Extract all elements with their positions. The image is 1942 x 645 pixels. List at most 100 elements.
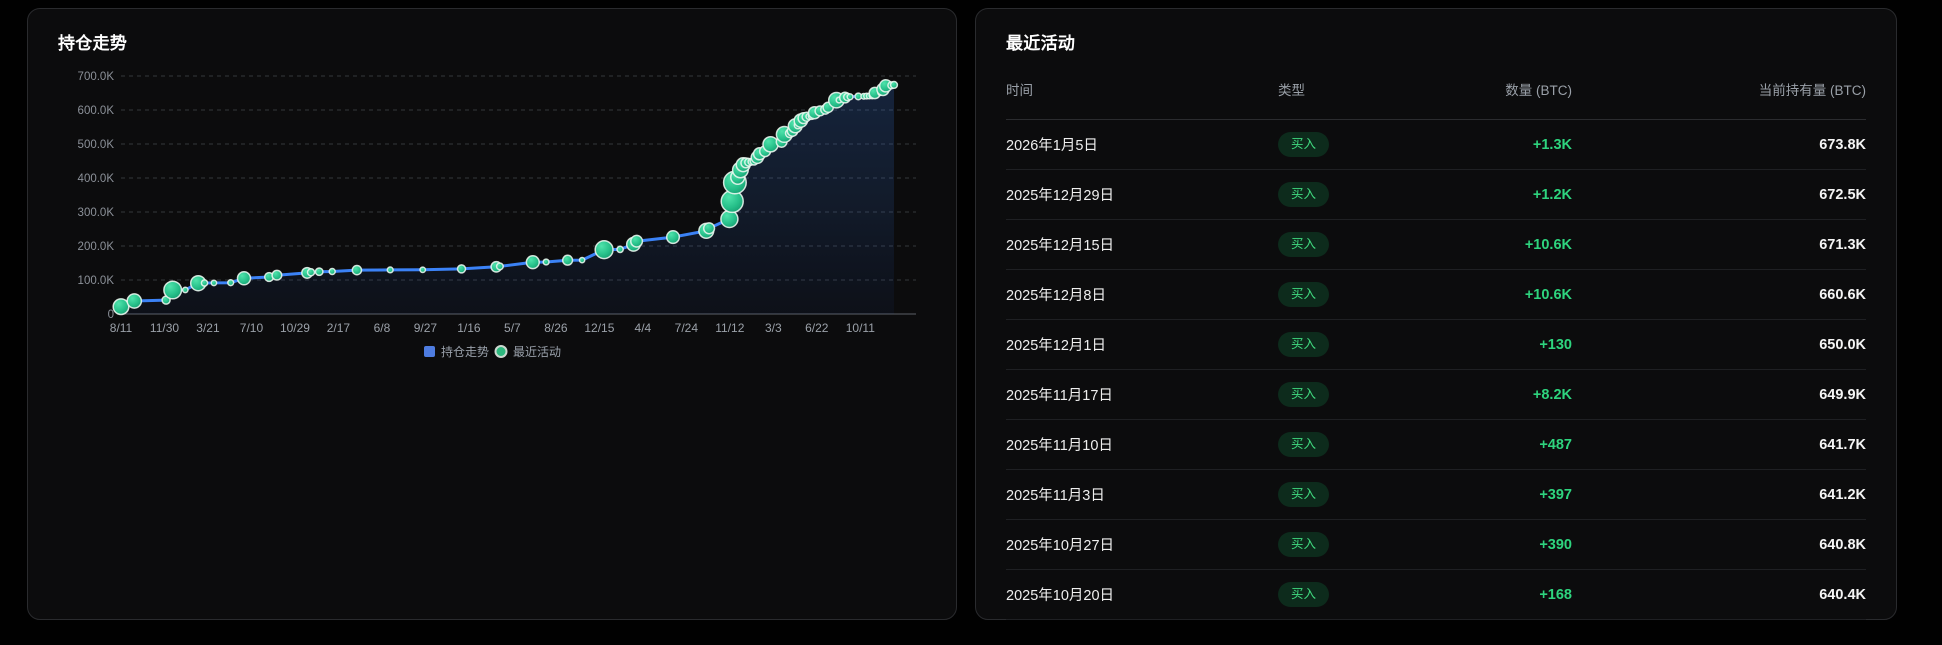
activity-bubble[interactable] <box>495 262 504 271</box>
cell-holdings: 640.4K <box>1819 586 1866 603</box>
activity-bubble[interactable] <box>456 264 467 274</box>
activity-bubble[interactable] <box>630 234 644 248</box>
x-axis-label: 7/10 <box>240 321 264 335</box>
cell-holdings: 641.2K <box>1819 486 1866 503</box>
activity-bubble[interactable] <box>762 135 779 153</box>
y-axis-label: 600.0K <box>78 105 115 117</box>
x-axis-label: 5/7 <box>504 321 521 335</box>
activity-bubble[interactable] <box>702 222 716 235</box>
cell-type: 买入 <box>1278 482 1418 507</box>
cell-holdings: 660.6K <box>1819 286 1866 303</box>
table-row: 2025年11月17日 买入 +8.2K 649.9K <box>1006 370 1866 420</box>
cell-type: 买入 <box>1278 182 1418 207</box>
activity-bubble[interactable] <box>846 93 854 101</box>
activity-bubble[interactable] <box>720 209 739 229</box>
cell-type: 买入 <box>1278 232 1418 257</box>
cell-date: 2025年12月29日 <box>1006 188 1115 204</box>
col-header-holdings: 当前持有量 (BTC) <box>1758 83 1866 98</box>
chart-title: 持仓走势 <box>58 34 128 53</box>
cell-date: 2025年11月3日 <box>1006 488 1105 504</box>
x-axis-label: 8/26 <box>544 321 568 335</box>
cell-type: 买入 <box>1278 532 1418 557</box>
col-header-type: 类型 <box>1278 83 1305 98</box>
x-axis-label: 4/4 <box>635 321 652 335</box>
btc-holdings-dashboard: 持仓走势 700.0K 600.0K 500.0K 400.0K 300.0K 200.0… <box>0 0 1942 645</box>
y-axis-label: 100.0K <box>78 275 115 287</box>
activity-bubble[interactable] <box>616 245 624 254</box>
activity-bubble[interactable] <box>227 279 235 287</box>
activity-bubble[interactable] <box>181 286 189 294</box>
cell-holdings: 640.8K <box>1819 536 1866 553</box>
cell-amount: +10.6K <box>1524 286 1572 303</box>
activity-bubble[interactable] <box>665 230 681 245</box>
x-axis-label: 9/27 <box>414 321 438 335</box>
activity-bubble[interactable] <box>594 240 614 260</box>
activity-bubble[interactable] <box>889 80 899 90</box>
activity-bubble[interactable] <box>163 280 183 300</box>
table-row: 2025年10月20日 买入 +168 640.4K <box>1006 570 1866 620</box>
activity-bubble[interactable] <box>200 279 209 287</box>
cell-holdings: 650.0K <box>1819 336 1866 353</box>
cell-amount: +397 <box>1539 486 1572 503</box>
cell-amount: +10.6K <box>1524 236 1572 253</box>
activity-bubble[interactable] <box>210 279 218 287</box>
legend-label: 持仓走势 <box>441 344 489 359</box>
cell-amount: +8.2K <box>1532 386 1572 403</box>
legend-item-holdings[interactable]: 持仓走势 <box>424 344 489 359</box>
y-axis-label: 200.0K <box>78 241 115 253</box>
cell-date: 2025年10月20日 <box>1006 588 1115 604</box>
table-row: 2025年10月27日 买入 +390 640.8K <box>1006 520 1866 570</box>
cell-date: 2026年1月5日 <box>1006 138 1098 154</box>
activity-bubble[interactable] <box>126 293 143 309</box>
cell-type: 买入 <box>1278 282 1418 307</box>
activity-bubble[interactable] <box>561 254 574 266</box>
x-axis-label: 6/8 <box>374 321 391 335</box>
legend-swatch-line <box>424 346 435 357</box>
table-row: 2025年12月15日 买入 +10.6K 671.3K <box>1006 220 1866 270</box>
cell-type: 买入 <box>1278 582 1418 607</box>
activity-bubble[interactable] <box>236 271 252 286</box>
cell-type: 买入 <box>1278 432 1418 457</box>
activity-bubble[interactable] <box>525 255 540 270</box>
activity-bubble[interactable] <box>271 269 283 281</box>
activity-bubble[interactable] <box>419 266 427 274</box>
activity-bubble[interactable] <box>314 267 324 277</box>
activity-bubble[interactable] <box>578 256 586 264</box>
holdings-chart[interactable]: 700.0K 600.0K 500.0K 400.0K 300.0K 200.0K 100.… <box>58 59 928 389</box>
buy-badge: 买入 <box>1278 332 1330 357</box>
x-axis-label: 11/12 <box>715 321 744 335</box>
cell-type: 买入 <box>1278 132 1418 157</box>
cell-date: 2025年10月27日 <box>1006 538 1115 554</box>
table-row: 2025年11月10日 买入 +487 641.7K <box>1006 420 1866 470</box>
recent-activity-card: 最近活动 时间 类型 数量 (BTC) 当前持有量 (BTC) 2026年1月5… <box>975 8 1897 620</box>
cell-amount: +130 <box>1539 336 1572 353</box>
buy-badge: 买入 <box>1278 232 1330 257</box>
holdings-trend-card: 持仓走势 700.0K 600.0K 500.0K 400.0K 300.0K 200.0… <box>27 8 957 620</box>
x-axis-label: 12/15 <box>584 321 614 335</box>
legend-label: 最近活动 <box>513 345 561 359</box>
activity-bubble[interactable] <box>386 266 394 274</box>
cell-type: 买入 <box>1278 332 1418 357</box>
table-header: 时间 类型 数量 (BTC) 当前持有量 (BTC) <box>1006 81 1866 120</box>
x-axis-label: 6/22 <box>805 321 829 335</box>
cell-date: 2025年12月15日 <box>1006 238 1115 254</box>
buy-badge: 买入 <box>1278 432 1330 457</box>
x-axis-label: 3/21 <box>196 321 220 335</box>
activity-bubble[interactable] <box>542 258 550 266</box>
activity-bubble[interactable] <box>351 264 363 276</box>
legend-item-activity[interactable]: 最近活动 <box>494 345 562 359</box>
cell-amount: +390 <box>1539 536 1572 553</box>
y-axis-label: 300.0K <box>78 207 115 219</box>
col-header-amount: 数量 (BTC) <box>1505 83 1572 98</box>
table-row: 2025年11月3日 买入 +397 641.2K <box>1006 470 1866 520</box>
table-row: 2026年1月5日 买入 +1.3K 673.8K <box>1006 120 1866 170</box>
cell-date: 2025年12月1日 <box>1006 338 1106 354</box>
buy-badge: 买入 <box>1278 132 1330 157</box>
cell-holdings: 671.3K <box>1819 236 1866 253</box>
activity-bubble[interactable] <box>306 268 316 277</box>
activity-bubble[interactable] <box>328 267 336 276</box>
x-axis-label: 10/11 <box>846 321 875 335</box>
y-axis-label: 500.0K <box>78 139 115 151</box>
cell-date: 2025年11月17日 <box>1006 388 1113 404</box>
buy-badge: 买入 <box>1278 532 1330 557</box>
